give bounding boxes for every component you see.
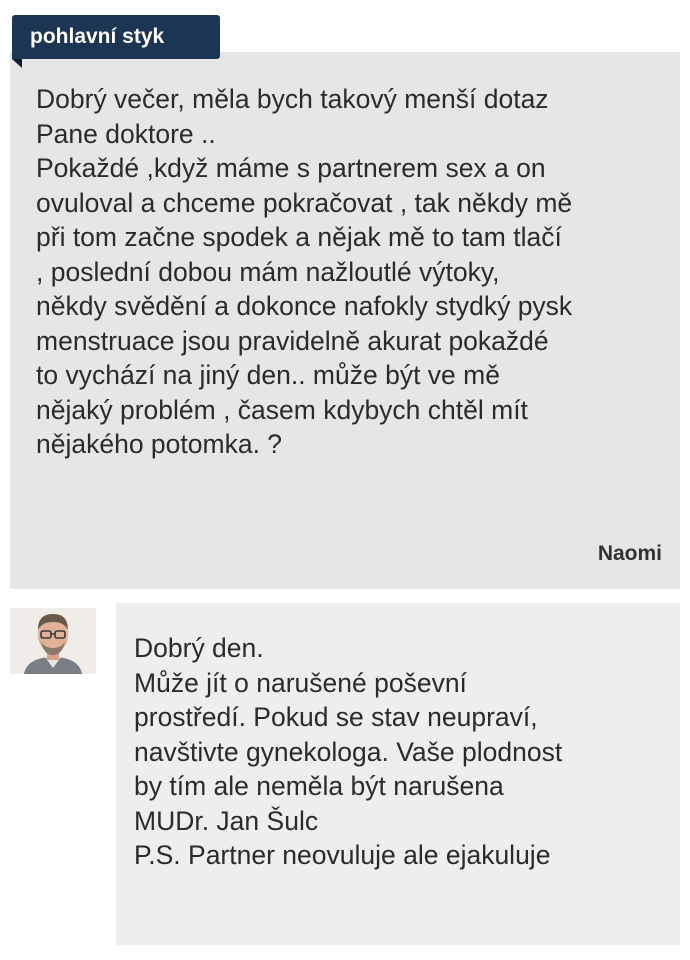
answer-text: Dobrý den. Může jít o narušené poševní p… <box>134 633 563 870</box>
doctor-avatar <box>10 608 96 674</box>
topic-tag[interactable]: pohlavní styk <box>12 15 220 59</box>
question-author: Naomi <box>597 542 662 565</box>
question-text: Dobrý večer, měla bych takový menší dota… <box>36 84 573 459</box>
doctor-avatar-icon <box>10 608 96 674</box>
answer-card: Dobrý den. Může jít o narušené poševní p… <box>116 603 680 945</box>
question-card: Dobrý večer, měla bych takový menší dota… <box>10 52 680 589</box>
topic-tag-fold <box>12 59 22 68</box>
